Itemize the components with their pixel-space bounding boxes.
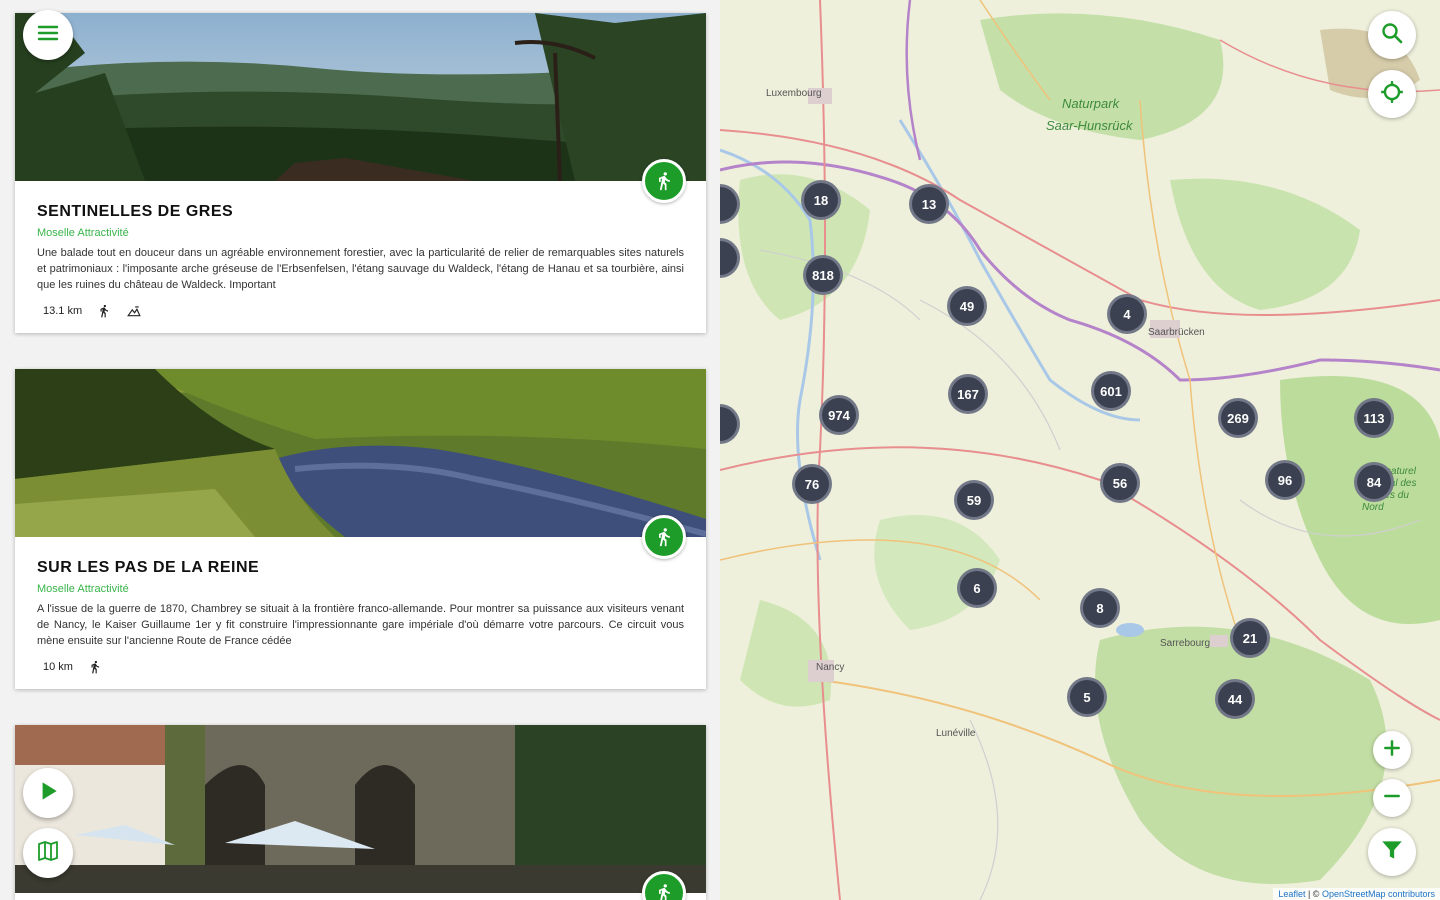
trail-distance: 13.1 km [43,305,83,317]
map-cluster-marker[interactable]: 269 [1218,398,1258,438]
map-cluster-marker[interactable]: 6 [957,568,997,608]
trail-title: SENTINELLES DE GRES [37,203,234,220]
map-cluster-marker[interactable]: 56 [1100,463,1140,503]
trail-card[interactable]: SENTINELLES DE GRES Moselle Attractivité… [15,13,706,333]
filter-icon [1379,837,1405,868]
filter-button[interactable] [1368,828,1416,876]
trail-title: SUR LES PAS DE LA REINE [37,559,260,576]
zoom-out-button[interactable] [1373,779,1411,817]
map-cluster-marker[interactable]: 167 [948,374,988,414]
hiking-icon [87,659,103,675]
map-label-luneville: Lunéville [936,728,976,739]
hiking-badge-icon [642,159,686,203]
leaflet-link[interactable]: Leaflet [1278,889,1305,899]
map-label-nancy: Nancy [816,662,845,673]
map-cluster-marker[interactable]: 13 [909,184,949,224]
play-button[interactable] [23,768,73,818]
locate-button[interactable] [1368,70,1416,118]
map-cluster-marker[interactable]: 818 [803,255,843,295]
map-cluster-marker[interactable]: 5 [1067,677,1107,717]
menu-button[interactable] [23,10,73,60]
map-attribution: Leaflet | © OpenStreetMap contributors [1273,888,1440,900]
map-cluster-marker[interactable]: 21 [1230,618,1270,658]
trail-distance: 10 km [43,661,73,673]
map-cluster-marker[interactable]: 974 [819,395,859,435]
search-button[interactable] [1368,11,1416,59]
map[interactable]: Luxembourg Naturpark Saar-Hunsrück Saarb… [720,0,1440,900]
hiking-badge-icon [642,515,686,559]
menu-icon [36,21,60,50]
trail-description: A l'issue de la guerre de 1870, Chambrey… [37,603,684,647]
crosshair-icon [1379,79,1405,110]
map-label-saarbrucken: Saarbrücken [1148,327,1205,338]
trail-photo [15,13,706,181]
minus-icon [1382,786,1402,811]
map-cluster-marker[interactable]: 84 [1354,462,1394,502]
zoom-in-button[interactable] [1373,731,1411,769]
map-label-luxembourg: Luxembourg [766,88,822,99]
trail-card[interactable] [15,725,706,900]
map-cluster-marker[interactable]: 18 [801,180,841,220]
map-cluster-marker[interactable]: 59 [954,480,994,520]
map-icon [36,839,60,868]
map-label-naturpark: Naturpark [1062,96,1120,111]
trail-source: Moselle Attractivité [37,227,129,239]
elevation-icon [126,303,142,319]
map-cluster-marker[interactable]: 44 [1215,679,1255,719]
osm-link[interactable]: OpenStreetMap contributors [1322,889,1435,899]
trail-list: SENTINELLES DE GRES Moselle Attractivité… [0,0,720,900]
trail-description: Une balade tout en douceur dans un agréa… [37,247,684,291]
plus-icon [1382,738,1402,763]
trail-meta: 13.1 km [37,303,684,319]
play-icon [35,778,61,809]
map-label-sarrebourg: Sarrebourg [1160,638,1211,649]
map-cluster-marker[interactable]: 113 [1354,398,1394,438]
map-cluster-marker[interactable]: 8 [1080,588,1120,628]
map-tiles [720,0,1440,900]
trail-source: Moselle Attractivité [37,583,129,595]
map-label-saar-hunsruck: Saar-Hunsrück [1046,118,1133,133]
map-cluster-marker[interactable]: 49 [947,286,987,326]
map-cluster-marker[interactable]: 4 [1107,294,1147,334]
map-cluster-marker[interactable]: 76 [792,464,832,504]
attribution-separator: | © [1305,889,1322,899]
trail-photo [15,725,706,893]
map-cluster-marker[interactable]: 96 [1265,460,1305,500]
map-cluster-marker[interactable]: 601 [1091,371,1131,411]
map-view-button[interactable] [23,828,73,878]
hiking-icon [96,303,112,319]
search-icon [1380,21,1404,50]
trail-card[interactable]: SUR LES PAS DE LA REINE Moselle Attracti… [15,369,706,689]
trail-photo [15,369,706,537]
trail-meta: 10 km [37,659,684,675]
